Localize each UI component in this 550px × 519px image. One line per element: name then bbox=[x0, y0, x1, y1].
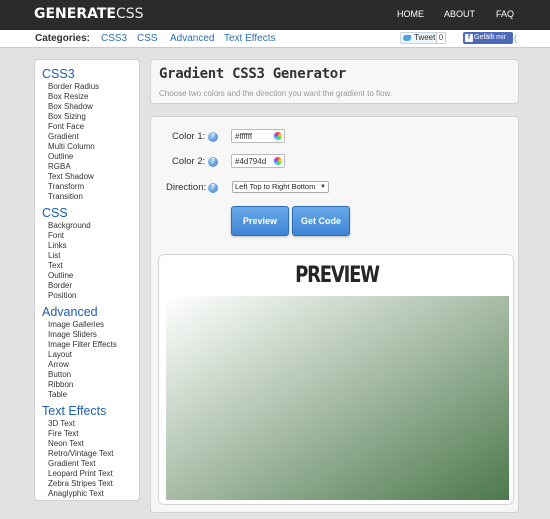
twitter-bird-icon bbox=[403, 35, 411, 41]
sidebar-item-anaglyphic-text[interactable]: Anaglyphic Text bbox=[48, 489, 104, 498]
sidebar-item-background[interactable]: Background bbox=[48, 221, 91, 230]
sidebar-item-leopard-print-text[interactable]: Leopard Print Text bbox=[48, 469, 113, 478]
sidebar-item-image-sliders[interactable]: Image Sliders bbox=[48, 330, 97, 339]
nav-home-link[interactable]: HOME bbox=[397, 9, 424, 19]
category-link-css3[interactable]: CSS3 bbox=[101, 33, 127, 44]
category-link-advanced[interactable]: Advanced bbox=[170, 33, 214, 44]
page-title: Gradient CSS3 Generator bbox=[159, 66, 346, 82]
facebook-like-button[interactable]: f Gefällt mir bbox=[463, 32, 513, 44]
sidebar-item-fire-text[interactable]: Fire Text bbox=[48, 429, 79, 438]
category-link-text-effects[interactable]: Text Effects bbox=[224, 33, 276, 44]
sidebar-item-3d-text[interactable]: 3D Text bbox=[48, 419, 75, 428]
preview-button[interactable]: Preview bbox=[231, 206, 289, 236]
sidebar-item-arrow[interactable]: Arrow bbox=[48, 360, 69, 369]
page-header: Gradient CSS3 Generator Choose two color… bbox=[150, 59, 519, 104]
sidebar-item-image-filter-effects[interactable]: Image Filter Effects bbox=[48, 340, 117, 349]
categories-bar: Categories: CSS3 CSS Advanced Text Effec… bbox=[0, 30, 550, 48]
sidebar-item-box-sizing[interactable]: Box Sizing bbox=[48, 112, 86, 121]
color1-picker-icon[interactable] bbox=[273, 131, 283, 141]
nav-faq-link[interactable]: FAQ bbox=[496, 9, 514, 19]
sidebar-item-css-outline[interactable]: Outline bbox=[48, 271, 73, 280]
direction-select-value: Left Top to Right Bottom bbox=[235, 182, 316, 191]
sidebar-item-gradient[interactable]: Gradient bbox=[48, 132, 79, 141]
categories-label: Categories: bbox=[35, 33, 91, 44]
sidebar-item-transform[interactable]: Transform bbox=[48, 182, 84, 191]
preview-panel: PREVIEW bbox=[158, 254, 514, 505]
direction-help-icon[interactable]: ? bbox=[208, 183, 218, 193]
sidebar-item-font-face[interactable]: Font Face bbox=[48, 122, 84, 131]
sidebar-item-rgba[interactable]: RGBA bbox=[48, 162, 71, 171]
sidebar-item-font[interactable]: Font bbox=[48, 231, 64, 240]
color1-help-icon[interactable]: ? bbox=[208, 132, 218, 142]
sidebar-item-image-galleries[interactable]: Image Galleries bbox=[48, 320, 104, 329]
logo-light-text: CSS bbox=[115, 6, 144, 22]
page-subtitle: Choose two colors and the direction you … bbox=[159, 89, 393, 98]
sidebar-heading-advanced[interactable]: Advanced bbox=[42, 305, 98, 319]
sidebar-item-multi-column[interactable]: Multi Column bbox=[48, 142, 95, 151]
sidebar-item-text-shadow[interactable]: Text Shadow bbox=[48, 172, 94, 181]
top-navbar: GENERATECSS HOME ABOUT FAQ bbox=[0, 0, 550, 30]
sidebar-item-gradient-text[interactable]: Gradient Text bbox=[48, 459, 95, 468]
tweet-count: 0 bbox=[436, 32, 446, 44]
preview-title: PREVIEW bbox=[295, 263, 380, 288]
sidebar-heading-css3[interactable]: CSS3 bbox=[42, 67, 75, 81]
sidebar-item-zebra-stripes-text[interactable]: Zebra Stripes Text bbox=[48, 479, 113, 488]
sidebar-item-border[interactable]: Border bbox=[48, 281, 72, 290]
site-logo[interactable]: GENERATECSS bbox=[34, 6, 144, 22]
color2-picker-icon[interactable] bbox=[273, 156, 283, 166]
sidebar-item-position[interactable]: Position bbox=[48, 291, 76, 300]
color2-label: Color 2: bbox=[172, 156, 206, 167]
get-code-button[interactable]: Get Code bbox=[292, 206, 350, 236]
facebook-counter-edge: ( bbox=[514, 33, 517, 43]
logo-bold-text: GENERATE bbox=[34, 6, 116, 22]
gradient-preview-area bbox=[166, 296, 509, 500]
direction-select[interactable]: Left Top to Right Bottom ▼ bbox=[232, 181, 329, 193]
color1-label: Color 1: bbox=[172, 131, 206, 142]
sidebar-item-neon-text[interactable]: Neon Text bbox=[48, 439, 84, 448]
tweet-button[interactable]: Tweet bbox=[400, 32, 440, 44]
sidebar-item-box-resize[interactable]: Box Resize bbox=[48, 92, 88, 101]
facebook-like-label: Gefällt mir bbox=[474, 34, 506, 41]
sidebar-item-table[interactable]: Table bbox=[48, 390, 67, 399]
sidebar-item-ribbon[interactable]: Ribbon bbox=[48, 380, 73, 389]
sidebar-item-layout[interactable]: Layout bbox=[48, 350, 72, 359]
sidebar-item-button[interactable]: Button bbox=[48, 370, 71, 379]
sidebar-item-outline[interactable]: Outline bbox=[48, 152, 73, 161]
sidebar-heading-text-effects[interactable]: Text Effects bbox=[42, 404, 106, 418]
sidebar-item-links[interactable]: Links bbox=[48, 241, 67, 250]
sidebar-item-border-radius[interactable]: Border Radius bbox=[48, 82, 99, 91]
sidebar-item-text[interactable]: Text bbox=[48, 261, 63, 270]
category-link-css[interactable]: CSS bbox=[137, 33, 158, 44]
sidebar-item-box-shadow[interactable]: Box Shadow bbox=[48, 102, 93, 111]
sidebar-item-retro-vintage-text[interactable]: Retro/Vintage Text bbox=[48, 449, 114, 458]
direction-label: Direction: bbox=[166, 182, 207, 193]
color2-help-icon[interactable]: ? bbox=[208, 157, 218, 167]
tweet-label: Tweet bbox=[414, 33, 436, 42]
generator-panel: Color 1: ? Color 2: ? Direction: ? Left … bbox=[150, 116, 519, 513]
sidebar-heading-css[interactable]: CSS bbox=[42, 206, 68, 220]
sidebar-nav: CSS3 Border Radius Box Resize Box Shadow… bbox=[34, 59, 140, 501]
facebook-icon: f bbox=[465, 34, 473, 42]
sidebar-item-list[interactable]: List bbox=[48, 251, 60, 260]
nav-about-link[interactable]: ABOUT bbox=[444, 9, 475, 19]
chevron-down-icon: ▼ bbox=[320, 184, 326, 190]
sidebar-item-transition[interactable]: Transition bbox=[48, 192, 83, 201]
